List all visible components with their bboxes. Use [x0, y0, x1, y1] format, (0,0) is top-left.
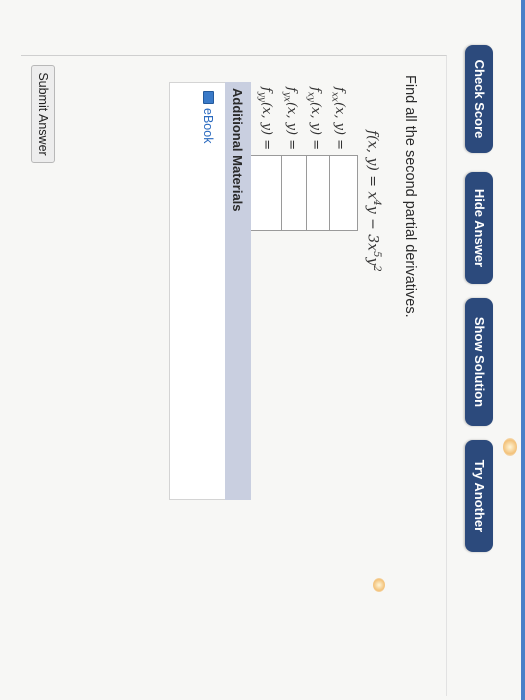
- show-solution-button[interactable]: Show Solution: [465, 298, 493, 426]
- photo-frame: Check Score Hide Answer Show Solution Tr…: [0, 0, 525, 700]
- additional-materials-body: eBook: [169, 82, 225, 500]
- function-definition: f(x, y) = x4y − 3x5y2: [364, 130, 382, 272]
- function-mid: y − 3x: [364, 205, 381, 252]
- fyx-label: fyx(x, y) =: [281, 87, 299, 151]
- question-prompt: Find all the second partial derivatives.: [402, 75, 418, 318]
- fyy-answer-input[interactable]: [250, 155, 282, 231]
- additional-materials-header: Additional Materials: [225, 82, 251, 500]
- ebook-label: eBook: [201, 108, 215, 144]
- top-accent-line: [521, 0, 525, 700]
- submit-answer-button[interactable]: Submit Answer: [31, 65, 55, 163]
- ebook-link[interactable]: eBook: [201, 91, 215, 143]
- webassign-page: Check Score Hide Answer Show Solution Tr…: [0, 0, 525, 700]
- try-another-button[interactable]: Try Another: [465, 440, 493, 552]
- fyy-label: fyy(x, y) =: [256, 87, 274, 151]
- additional-materials-title: Additional Materials: [230, 88, 245, 212]
- ebook-icon: [203, 91, 214, 104]
- screen-glare: [373, 578, 385, 592]
- check-score-button[interactable]: Check Score: [465, 45, 493, 153]
- function-lhs: f(x, y) = x: [364, 130, 381, 200]
- hide-answer-button[interactable]: Hide Answer: [465, 172, 493, 284]
- function-exponent-3: 2: [371, 265, 382, 272]
- fxy-label: fxy(x, y) =: [305, 87, 323, 151]
- screen-glare: [503, 438, 517, 456]
- fxx-answer-input[interactable]: [326, 155, 358, 231]
- fxx-label: fxx(x, y) =: [329, 87, 347, 151]
